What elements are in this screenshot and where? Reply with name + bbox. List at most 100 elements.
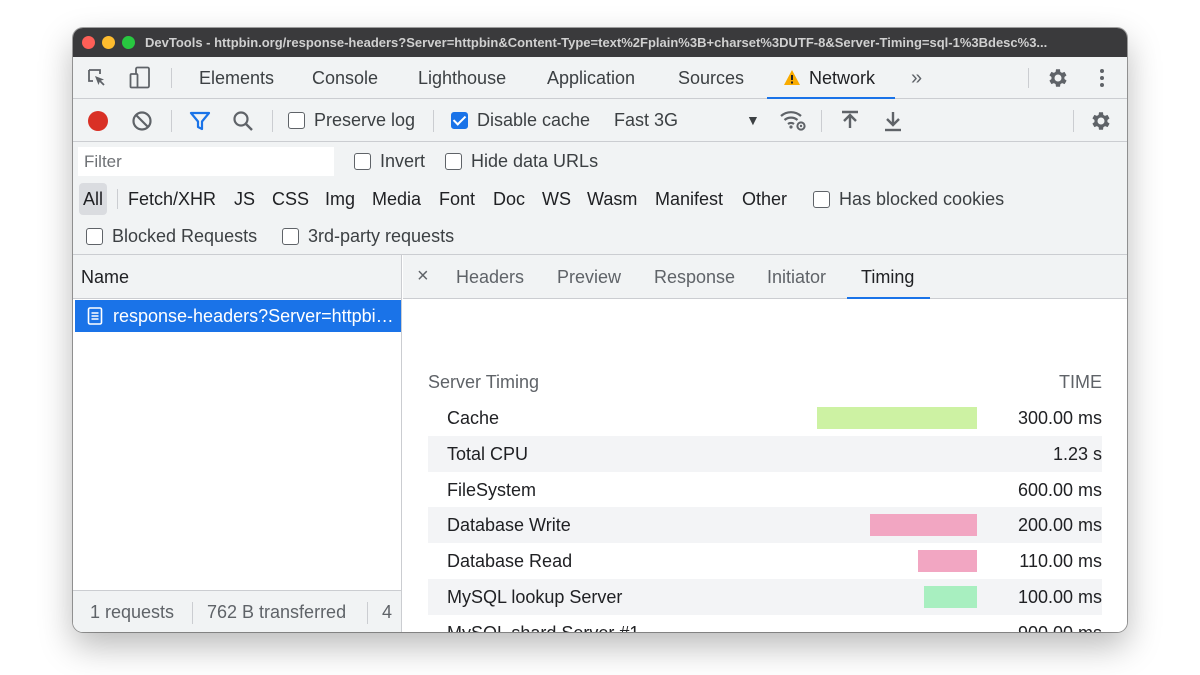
timing-label: MySQL shard Server #1 [447, 615, 639, 632]
timing-label: Cache [447, 408, 500, 428]
timing-label: Database Write [447, 515, 571, 536]
timing-value: 900.00 ms [1018, 615, 1102, 632]
zoom-window-button[interactable] [122, 36, 135, 49]
throttling-select[interactable]: Fast 3G [614, 99, 678, 142]
document-icon [87, 307, 103, 325]
import-har-icon[interactable] [840, 110, 860, 132]
network-settings-gear-icon[interactable] [1089, 109, 1113, 133]
tab-headers[interactable]: Headers [456, 255, 524, 299]
warning-icon [784, 70, 800, 85]
minimize-window-button[interactable] [102, 36, 115, 49]
toolbar-divider [1073, 110, 1074, 132]
type-filter-fetch-xhr[interactable]: Fetch/XHR [128, 183, 216, 215]
export-har-icon[interactable] [883, 110, 903, 132]
timing-value: 600.00 ms [1017, 479, 1102, 500]
timing-label: Database Read [447, 551, 573, 572]
tab-lighthouse[interactable]: Lighthouse [418, 57, 506, 99]
invert-box[interactable] [354, 153, 371, 170]
request-detail-pane: × Headers Preview Response Initiator Tim… [403, 255, 1127, 632]
tab-application[interactable]: Application [547, 57, 635, 99]
preserve-log-box[interactable] [288, 112, 305, 129]
detail-tab-bar: × Headers Preview Response Initiator Tim… [403, 255, 1127, 299]
status-divider [192, 602, 193, 624]
disable-cache-label: Disable cache [477, 110, 591, 130]
preserve-log-label: Preserve log [314, 110, 416, 130]
disable-cache-checkbox[interactable]: Disable cache [451, 99, 590, 142]
close-window-button[interactable] [82, 36, 95, 49]
timing-row: MySQL shard Server #1 900.00 ms [428, 615, 1102, 632]
more-tabs-button[interactable]: » [911, 57, 922, 99]
preserve-log-checkbox[interactable]: Preserve log [288, 99, 415, 142]
type-filter-ws[interactable]: WS [542, 183, 571, 215]
blocked-requests-box[interactable] [86, 228, 103, 245]
timing-bar [924, 586, 977, 608]
status-divider [367, 602, 368, 624]
filter-input[interactable] [78, 147, 334, 176]
tab-sources[interactable]: Sources [678, 57, 744, 99]
type-filter-wasm[interactable]: Wasm [587, 183, 637, 215]
disable-cache-box[interactable] [451, 112, 468, 129]
record-icon[interactable] [87, 110, 109, 132]
timing-row: FileSystem 600.00 ms [428, 472, 1102, 508]
toolbar-divider [433, 110, 434, 132]
type-filter-js[interactable]: JS [234, 183, 255, 215]
hide-data-urls-checkbox[interactable]: Hide data URLs [445, 151, 598, 172]
timing-row: Cache 300.00 ms [428, 400, 1102, 436]
third-party-requests-checkbox[interactable]: 3rd-party requests [282, 226, 454, 247]
blocked-requests-label: Blocked Requests [112, 226, 258, 246]
tab-preview[interactable]: Preview [557, 255, 621, 299]
tab-initiator[interactable]: Initiator [767, 255, 826, 299]
type-filter-css[interactable]: CSS [272, 183, 309, 215]
has-blocked-cookies-box[interactable] [813, 191, 830, 208]
clear-icon[interactable] [131, 110, 153, 132]
type-filter-manifest[interactable]: Manifest [655, 183, 723, 215]
tab-console[interactable]: Console [312, 57, 378, 99]
server-timing-title: Server Timing [428, 372, 540, 392]
toolbar-divider [272, 110, 273, 132]
search-icon[interactable] [232, 110, 254, 132]
more-options-icon[interactable] [1092, 68, 1112, 88]
third-party-requests-box[interactable] [282, 228, 299, 245]
filter-icon[interactable] [189, 111, 211, 131]
toolbar-divider [1028, 68, 1029, 88]
tab-network-label: Network [809, 68, 876, 88]
hide-data-urls-box[interactable] [445, 153, 462, 170]
network-toolbar: Preserve log Disable cache Fast 3G ▼ [73, 99, 1127, 142]
tab-network[interactable]: Network [767, 57, 896, 99]
request-row[interactable]: response-headers?Server=httpbin&Content-… [75, 300, 401, 332]
tab-response[interactable]: Response [654, 255, 735, 299]
window-title: DevTools - httpbin.org/response-headers?… [145, 35, 1048, 50]
invert-checkbox[interactable]: Invert [354, 151, 425, 172]
timing-label: MySQL lookup Server [447, 587, 623, 607]
timing-bar [870, 514, 977, 537]
tab-timing[interactable]: Timing [846, 255, 931, 299]
toolbar-divider [821, 110, 822, 132]
timing-value: 200.00 ms [1017, 515, 1102, 536]
devtools-window: DevTools - httpbin.org/response-headers?… [73, 28, 1127, 632]
server-timing-header: Server Timing TIME [428, 372, 1102, 393]
type-filter-all[interactable]: All [79, 183, 108, 215]
settings-gear-icon[interactable] [1046, 66, 1070, 90]
network-conditions-icon[interactable] [779, 108, 807, 132]
timing-label: FileSystem [447, 479, 537, 500]
inspect-element-icon[interactable] [87, 68, 107, 88]
type-filter-font[interactable]: Font [439, 183, 475, 215]
blocked-requests-checkbox[interactable]: Blocked Requests [86, 226, 257, 247]
type-filter-img[interactable]: Img [325, 183, 355, 215]
timing-value: 110.00 ms [1019, 551, 1102, 572]
type-filter-media[interactable]: Media [372, 183, 421, 215]
tab-elements[interactable]: Elements [199, 57, 274, 99]
hide-data-urls-label: Hide data URLs [471, 151, 599, 171]
close-detail-icon[interactable]: × [417, 255, 429, 299]
has-blocked-cookies-checkbox[interactable]: Has blocked cookies [813, 189, 1004, 210]
device-toolbar-icon[interactable] [129, 66, 151, 90]
name-column-header[interactable]: Name [73, 255, 401, 299]
resource-size-truncated: 4 [382, 602, 393, 622]
filter-bar: Invert Hide data URLs All Fetch/XHR JS C… [73, 142, 1127, 255]
third-party-requests-label: 3rd-party requests [308, 226, 455, 246]
timing-bar [817, 407, 977, 429]
timing-row: Database Write 200.00 ms [428, 507, 1102, 544]
type-filter-doc[interactable]: Doc [493, 183, 525, 215]
chevron-down-icon[interactable]: ▼ [746, 99, 760, 142]
type-filter-other[interactable]: Other [742, 183, 787, 215]
